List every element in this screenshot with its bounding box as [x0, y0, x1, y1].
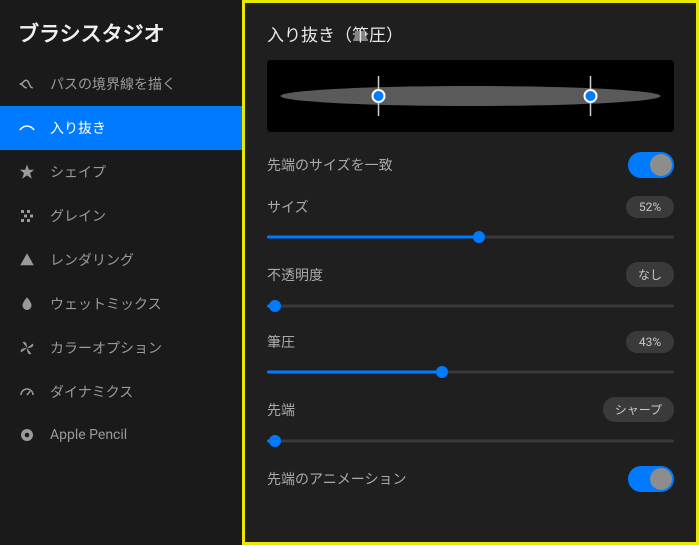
pencil-tip-icon: [18, 426, 36, 444]
sidebar-item-wetmix[interactable]: ウェットミックス: [0, 282, 242, 326]
tip-anim-toggle[interactable]: [628, 466, 674, 492]
size-label: サイズ: [267, 197, 309, 217]
sidebar-item-stroke-path[interactable]: パスの境界線を描く: [0, 62, 242, 106]
sidebar-item-shape[interactable]: シェイプ: [0, 150, 242, 194]
match-tips-label: 先端のサイズを一致: [267, 155, 393, 175]
row-tip: 先端 シャープ: [267, 397, 674, 422]
sidebar-item-rendering[interactable]: レンダリング: [0, 238, 242, 282]
row-match-tips: 先端のサイズを一致: [267, 152, 674, 178]
match-tips-toggle[interactable]: [628, 152, 674, 178]
sidebar-nav: パスの境界線を描く 入り抜き シェイプ グレイン レンダリング: [0, 62, 242, 545]
sidebar-item-label: ダイナミクス: [50, 382, 133, 402]
sidebar-item-label: シェイプ: [50, 162, 106, 182]
opacity-label: 不透明度: [267, 265, 323, 285]
tip-label: 先端: [267, 400, 295, 420]
tip-anim-label: 先端のアニメーション: [267, 469, 406, 489]
taper-icon: [18, 119, 36, 137]
sidebar-item-label: ウェットミックス: [50, 294, 162, 314]
sidebar-item-dynamics[interactable]: ダイナミクス: [0, 370, 242, 414]
opacity-slider[interactable]: [267, 291, 674, 321]
tip-value-badge: シャープ: [603, 397, 674, 422]
sidebar-item-color-options[interactable]: カラーオプション: [0, 326, 242, 370]
size-value-badge: 52%: [626, 196, 674, 218]
sidebar-item-label: レンダリング: [50, 250, 134, 270]
sidebar-item-apple-pencil[interactable]: Apple Pencil: [0, 414, 242, 456]
row-tip-anim: 先端のアニメーション: [267, 466, 674, 492]
row-opacity: 不透明度 なし: [267, 262, 674, 287]
pressure-slider[interactable]: [267, 357, 674, 387]
sidebar-item-label: グレイン: [50, 206, 106, 226]
pinwheel-icon: [18, 339, 36, 357]
sidebar-title: ブラシスタジオ: [0, 0, 242, 62]
pressure-label: 筆圧: [267, 332, 295, 352]
sidebar-item-label: Apple Pencil: [50, 427, 127, 443]
pressure-value-badge: 43%: [626, 331, 674, 353]
sidebar-item-label: 入り抜き: [50, 118, 106, 138]
sidebar-item-label: カラーオプション: [50, 338, 162, 358]
sidebar-item-grain[interactable]: グレイン: [0, 194, 242, 238]
sidebar-item-taper[interactable]: 入り抜き: [0, 106, 242, 150]
sidebar-item-label: パスの境界線を描く: [50, 74, 176, 94]
stroke-path-icon: [18, 75, 36, 93]
taper-preview[interactable]: [267, 60, 674, 132]
droplet-icon: [18, 295, 36, 313]
row-size: サイズ 52%: [267, 196, 674, 218]
content-panel: 入り抜き（筆圧） 先端のサイズを一致 サイズ 52% 不透明度 なし: [242, 0, 699, 545]
row-pressure: 筆圧 43%: [267, 331, 674, 353]
taper-curve: [267, 60, 674, 132]
toggle-knob: [650, 468, 672, 490]
tip-slider[interactable]: [267, 426, 674, 456]
toggle-knob: [650, 154, 672, 176]
opacity-value-badge: なし: [626, 262, 674, 287]
shape-icon: [18, 163, 36, 181]
panel-title: 入り抜き（筆圧）: [267, 21, 674, 46]
grain-icon: [18, 207, 36, 225]
size-slider[interactable]: [267, 222, 674, 252]
sidebar: ブラシスタジオ パスの境界線を描く 入り抜き シェイプ グレイン: [0, 0, 242, 545]
gauge-icon: [18, 383, 36, 401]
rendering-icon: [18, 251, 36, 269]
